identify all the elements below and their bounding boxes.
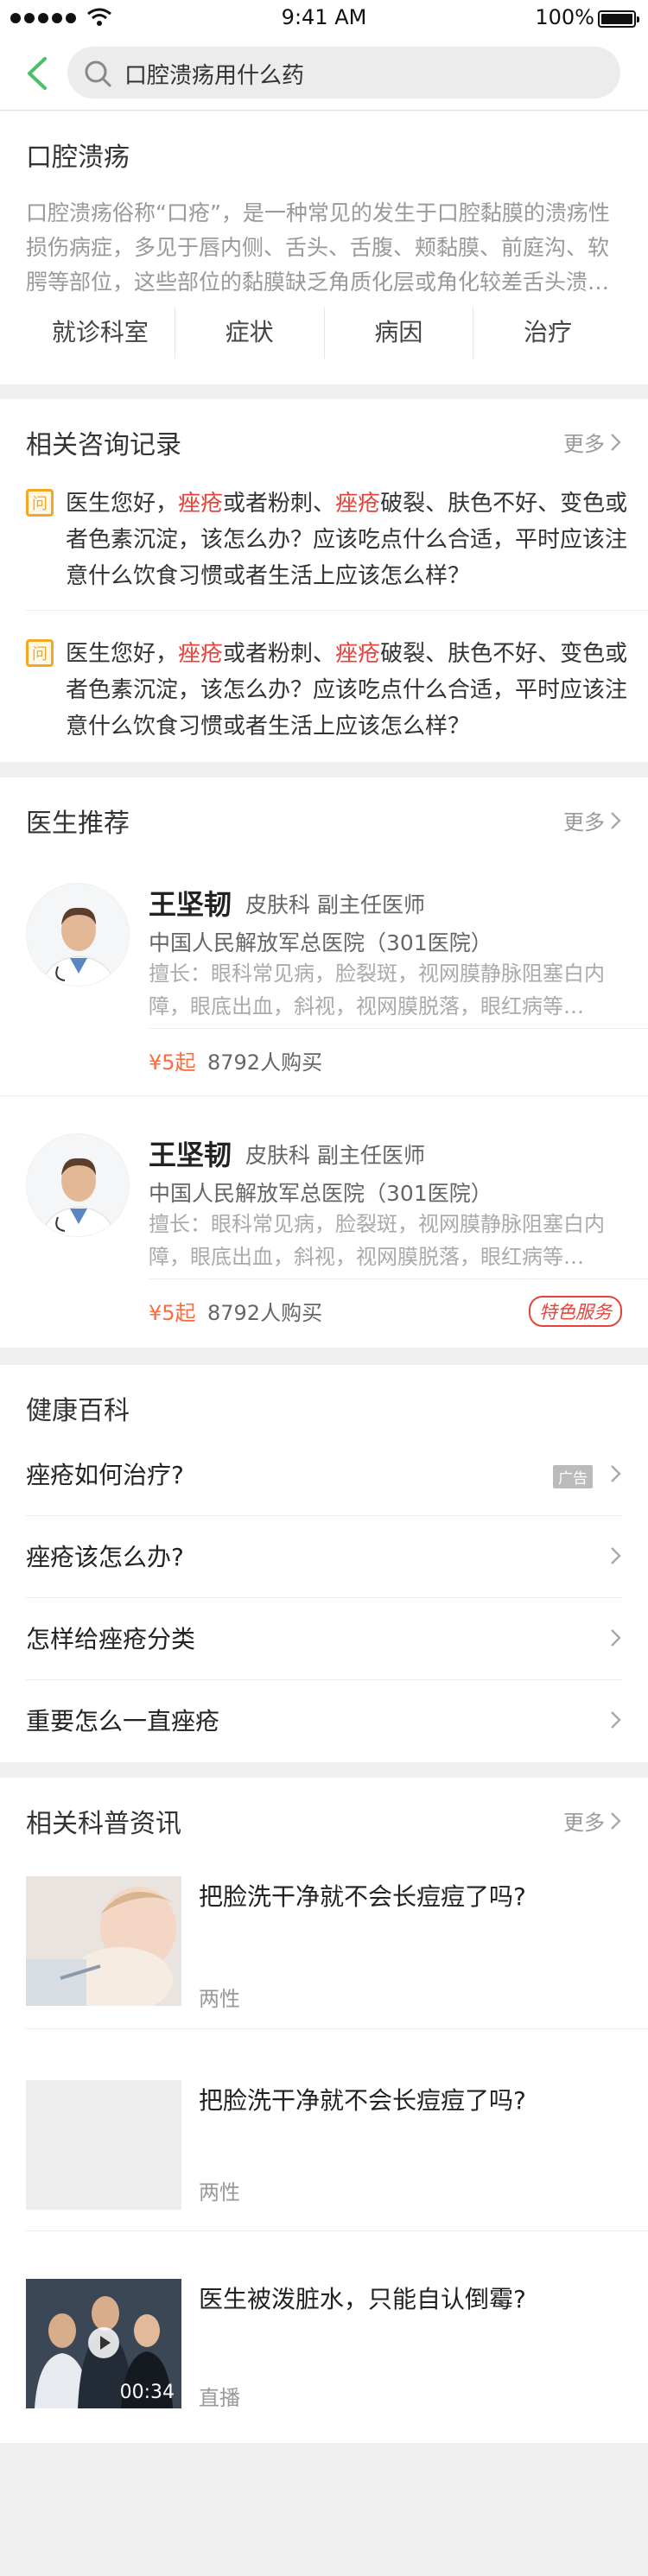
wiki-item-label: 痤疮该怎么办? [26,1543,184,1571]
disease-tabs: 就诊科室 症状 病因 治疗 [26,307,622,358]
chevron-right-icon [611,1711,621,1729]
doctor-title: 皮肤科 副主任医师 [245,892,425,917]
news-section: 相关科普资讯 更多 把脸洗干净就不会长痘痘了吗? 两性 把脸洗干净就不会长痘痘了… [0,1778,648,2443]
doctor-hospital: 中国人民解放军总医院（301医院） [149,1181,492,1206]
chevron-right-icon [611,1811,621,1830]
consult-item[interactable]: 问 医生您好，痤疮或者粉刺、痤疮破裂、肤色不好、变色或者色素沉淀，该怎么办？应该… [26,485,631,598]
doctor-avatar [26,1133,130,1237]
news-section-title: 相关科普资讯 [26,1809,181,1839]
search-query: 口腔溃疡用什么药 [124,63,305,89]
doctor-section-title: 医生推荐 [26,809,130,839]
disease-description: 口腔溃疡俗称“口疮”，是一种常见的发生于口腔黏膜的溃疡性损伤病症，多见于唇内侧、… [26,200,610,295]
tab-cause[interactable]: 病因 [325,307,474,358]
battery-icon [598,10,639,28]
doctor-buyers: 8792人购买 [207,1050,323,1075]
search-icon [85,60,111,87]
wiki-item[interactable]: 痤疮如何治疗? 广告 [26,1434,622,1516]
nav-bar: 口腔溃疡用什么药 [0,38,648,111]
disease-intro-section: 口腔溃疡 口腔溃疡俗称“口疮”，是一种常见的发生于口腔黏膜的溃疡性损伤病症，多见… [0,111,648,384]
status-bar: 9:41 AM 100% [0,0,648,38]
disease-title: 口腔溃疡 [26,143,130,173]
divider [26,2028,648,2029]
doctor-price: ¥5起 [149,1050,196,1075]
back-arrow-icon[interactable] [19,52,54,95]
news-title: 把脸洗干净就不会长痘痘了吗? [199,1882,526,1911]
wiki-item-label: 痤疮如何治疗? [26,1461,184,1489]
chevron-right-icon [611,1547,621,1564]
search-input[interactable]: 口腔溃疡用什么药 [67,47,620,98]
wiki-section-title: 健康百科 [26,1396,130,1426]
doctor-buyers: 8792人购买 [207,1301,323,1325]
consult-more-link[interactable]: 更多 [563,427,622,457]
doctor-card[interactable]: 王坚韧 皮肤科 副主任医师 中国人民解放军总医院（301医院） 擅长：眼科常见病… [0,864,648,1097]
ad-badge: 广告 [553,1465,593,1488]
doctor-avatar [26,883,130,987]
consult-item[interactable]: 问 医生您好，痤疮或者粉刺、痤疮破裂、肤色不好、变色或者色素沉淀，该怎么办？应该… [26,636,631,748]
video-thumbnail[interactable]: 00:34 [26,2279,181,2408]
doctor-skill: 擅长：眼科常见病，脸裂斑，视网膜静脉阻塞白内障，眼底出血，斜视，视网膜脱落，眼红… [149,961,605,1018]
video-duration: 00:34 [119,2382,175,2403]
more-label: 更多 [563,432,605,456]
image-placeholder [26,2080,181,2210]
wiki-item[interactable]: 重要怎么一直痤疮 [26,1680,622,1762]
doctor-card[interactable]: 王坚韧 皮肤科 副主任医师 中国人民解放军总医院（301医院） 擅长：眼科常见病… [0,1114,648,1348]
wiki-item[interactable]: 痤疮该怎么办? [26,1516,622,1598]
special-service-badge: 特色服务 [529,1296,622,1327]
news-more-link[interactable]: 更多 [563,1805,622,1836]
consult-text: 医生您好，痤疮或者粉刺、痤疮破裂、肤色不好、变色或者色素沉淀，该怎么办？应该吃点… [66,491,628,589]
doctor-section: 医生推荐 更多 王坚韧 皮肤科 副主任医师 中国人民解放军总医院（301医院） … [0,777,648,1348]
chevron-right-icon [611,1629,621,1646]
consult-section-title: 相关咨询记录 [26,430,181,460]
news-item[interactable]: 00:34 医生被泼脏水，只能自认倒霉? 直播 [26,2279,622,2410]
divider [26,610,648,611]
doctor-skill: 擅长：眼科常见病，脸裂斑，视网膜静脉阻塞白内障，眼底出血，斜视，视网膜脱落，眼红… [149,1212,605,1269]
divider [26,2230,648,2231]
tab-symptom[interactable]: 症状 [175,307,325,358]
battery-percentage: 100% [535,5,594,29]
doctor-title: 皮肤科 副主任医师 [245,1143,425,1168]
news-title: 医生被泼脏水，只能自认倒霉? [199,2285,526,2313]
news-category: 两性 [199,1987,240,2011]
divider [149,1278,648,1279]
play-icon[interactable] [88,2327,119,2358]
news-item[interactable]: 把脸洗干净就不会长痘痘了吗? 两性 [26,1876,622,2011]
doctor-more-link[interactable]: 更多 [563,805,622,835]
wiki-item[interactable]: 怎样给痤疮分类 [26,1598,622,1680]
doctor-hospital: 中国人民解放军总医院（301医院） [149,930,492,955]
wiki-item-label: 怎样给痤疮分类 [26,1625,196,1653]
health-wiki-section: 健康百科 痤疮如何治疗? 广告 痤疮该怎么办? 怎样给痤疮分类 重要怎么一直痤疮 [0,1365,648,1762]
news-category: 直播 [199,2386,240,2410]
chevron-right-icon [611,1465,621,1482]
consult-section: 相关咨询记录 更多 问 医生您好，痤疮或者粉刺、痤疮破裂、肤色不好、变色或者色素… [0,399,648,762]
doctor-price: ¥5起 [149,1301,196,1325]
doctor-name: 王坚韧 [149,888,232,921]
more-label: 更多 [563,810,605,834]
chevron-right-icon [611,811,621,829]
tab-department[interactable]: 就诊科室 [26,307,175,358]
question-badge-icon: 问 [26,489,54,517]
baby-photo-thumbnail [26,1876,181,2006]
more-label: 更多 [563,1811,605,1835]
tab-treatment[interactable]: 治疗 [473,307,622,358]
news-item[interactable]: 把脸洗干净就不会长痘痘了吗? 两性 [26,2080,622,2210]
divider [0,1095,648,1096]
news-category: 两性 [199,2180,240,2205]
consult-text: 医生您好，痤疮或者粉刺、痤疮破裂、肤色不好、变色或者色素沉淀，该怎么办？应该吃点… [66,641,628,739]
wiki-item-label: 重要怎么一直痤疮 [26,1707,220,1735]
chevron-right-icon [611,433,621,451]
divider [149,1028,648,1029]
news-title: 把脸洗干净就不会长痘痘了吗? [199,2086,526,2115]
doctor-name: 王坚韧 [149,1139,232,1171]
question-badge-icon: 问 [26,639,54,667]
